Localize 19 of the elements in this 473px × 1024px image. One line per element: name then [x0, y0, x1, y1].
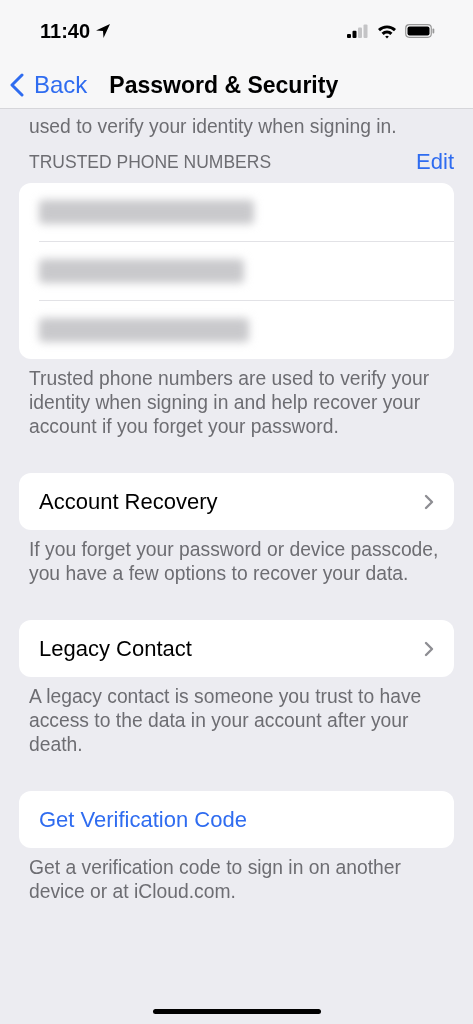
- back-chevron-icon: [10, 73, 24, 97]
- section-footer: A legacy contact is someone you trust to have access to the data in your account after your death.: [19, 685, 454, 757]
- section-footer: Get a verification code to sign in on another device or at iCloud.com.: [19, 856, 454, 904]
- settings-row[interactable]: Legacy Contact: [19, 620, 454, 677]
- chevron-icon: [424, 493, 434, 510]
- settings-row[interactable]: Account Recovery: [19, 473, 454, 530]
- wifi-icon: [377, 23, 397, 39]
- section-footer: If you forget your password or device passcode, you have a few options to recover your data.: [19, 538, 454, 586]
- verification-code-button[interactable]: Get Verification Code: [19, 791, 454, 848]
- status-time: 11:40: [40, 19, 91, 43]
- section-footer: Trusted phone numbers are used to verify your identity when signing in and help recover your account if you forget your password.: [19, 367, 454, 439]
- section-header: TRUSTED PHONE NUMBERS: [29, 151, 272, 173]
- back-button[interactable]: Back: [10, 71, 88, 99]
- signal-icon: [347, 24, 369, 38]
- page-title: Password & Security: [109, 71, 339, 99]
- chevron-icon: [424, 640, 434, 657]
- section-description: used to verify your identity when signing in.: [28, 115, 398, 139]
- battery-icon: [405, 24, 435, 38]
- edit-link[interactable]: Edit: [416, 149, 454, 175]
